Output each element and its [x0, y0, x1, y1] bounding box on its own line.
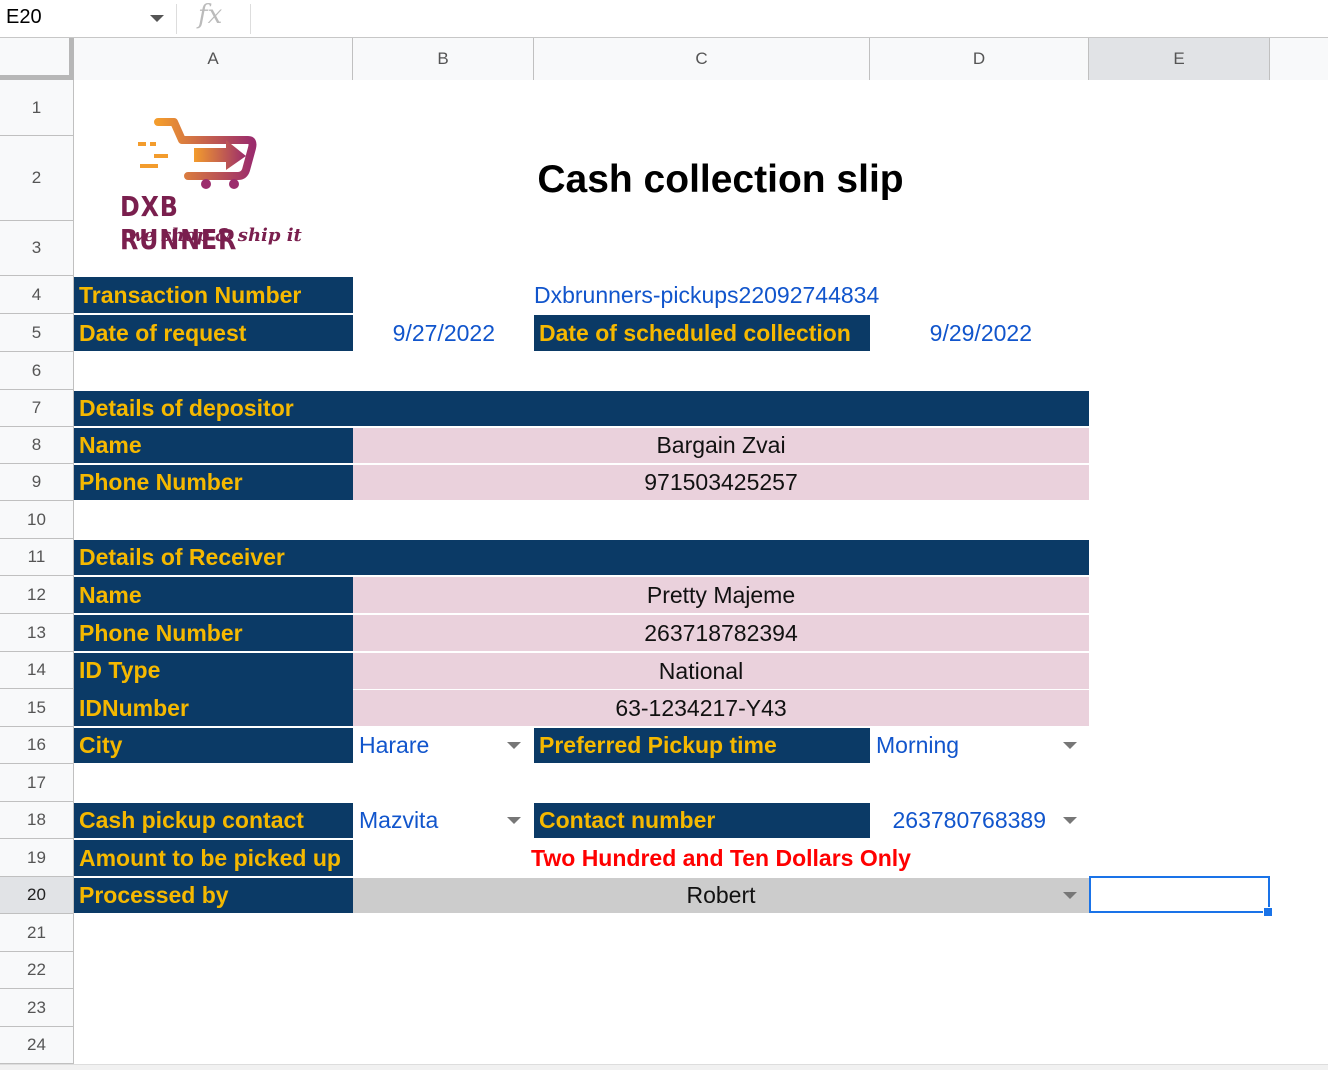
- city-dropdown-arrow-icon[interactable]: [507, 742, 521, 749]
- divider: [176, 4, 177, 34]
- pickup-time-dropdown-arrow-icon[interactable]: [1063, 742, 1077, 749]
- row-header[interactable]: 11: [0, 539, 74, 576]
- date-of-request-value[interactable]: 9/27/2022: [353, 315, 523, 351]
- column-header-f[interactable]: [1270, 38, 1328, 80]
- row-header[interactable]: 6: [0, 352, 74, 390]
- transaction-number-value[interactable]: Dxbrunners-pickups22092744834: [534, 277, 934, 313]
- receiver-id-number-label[interactable]: IDNumber: [74, 690, 353, 726]
- row-header[interactable]: 9: [0, 464, 74, 501]
- column-header-c[interactable]: C: [534, 38, 870, 80]
- column-header-e[interactable]: E: [1089, 38, 1270, 80]
- row-header[interactable]: 3: [0, 221, 74, 276]
- depositor-name-value[interactable]: Bargain Zvai: [353, 428, 1089, 463]
- depositor-phone-value[interactable]: 971503425257: [353, 465, 1089, 500]
- scheduled-collection-label[interactable]: Date of scheduled collection: [534, 315, 870, 351]
- receiver-section-heading: Details of Receiver: [74, 540, 1089, 575]
- receiver-phone-label[interactable]: Phone Number: [74, 615, 353, 651]
- row-header[interactable]: 7: [0, 390, 74, 427]
- row-header[interactable]: 20: [0, 877, 74, 914]
- name-box-dropdown-icon[interactable]: [150, 15, 164, 22]
- depositor-name-label[interactable]: Name: [74, 428, 353, 463]
- receiver-name-label[interactable]: Name: [74, 577, 353, 613]
- fill-handle[interactable]: [1263, 907, 1273, 917]
- processed-by-dropdown[interactable]: Robert: [353, 878, 1089, 913]
- processed-by-label[interactable]: Processed by: [74, 878, 353, 913]
- row-header[interactable]: 12: [0, 576, 74, 614]
- logo-tagline: we shop & ship it: [128, 225, 302, 246]
- pickup-time-dropdown[interactable]: Morning: [876, 728, 1046, 763]
- column-header-a[interactable]: A: [74, 38, 353, 80]
- column-header-b[interactable]: B: [353, 38, 534, 80]
- contact-number-dropdown[interactable]: 263780768389: [870, 803, 1056, 838]
- receiver-id-type-value[interactable]: National: [353, 653, 1089, 689]
- transaction-number-label[interactable]: Transaction Number: [74, 277, 353, 313]
- divider: [250, 4, 251, 34]
- row-header[interactable]: 14: [0, 652, 74, 689]
- selected-cell-e20[interactable]: [1089, 876, 1270, 913]
- row-header[interactable]: 17: [0, 764, 74, 802]
- amount-value[interactable]: Two Hundred and Ten Dollars Only: [353, 840, 1089, 876]
- depositor-section-heading: Details of depositor: [74, 391, 1089, 426]
- fx-icon: fx: [198, 0, 223, 30]
- row-header[interactable]: 10: [0, 501, 74, 539]
- id-type-label-text: ID Type: [79, 657, 161, 683]
- select-all-corner[interactable]: [0, 38, 74, 80]
- contact-number-dropdown-arrow-icon[interactable]: [1063, 817, 1077, 824]
- receiver-phone-value[interactable]: 263718782394: [353, 615, 1089, 651]
- row-header[interactable]: 15: [0, 689, 74, 727]
- row-header[interactable]: 8: [0, 427, 74, 464]
- date-of-request-label[interactable]: Date of request: [74, 315, 353, 351]
- row-header[interactable]: 16: [0, 727, 74, 764]
- city-dropdown[interactable]: Harare: [359, 728, 499, 763]
- contact-number-label[interactable]: Contact number: [534, 803, 870, 838]
- row-header[interactable]: 22: [0, 952, 74, 989]
- cash-pickup-contact-dropdown[interactable]: Mazvita: [359, 803, 499, 838]
- cash-contact-dropdown-arrow-icon[interactable]: [507, 817, 521, 824]
- logo-name: DXB RUNNER: [120, 190, 238, 256]
- column-header-d[interactable]: D: [870, 38, 1089, 80]
- cash-pickup-contact-label[interactable]: Cash pickup contact: [74, 803, 353, 838]
- amount-label[interactable]: Amount to be picked up: [74, 840, 353, 876]
- depositor-phone-label[interactable]: Phone Number: [74, 465, 353, 500]
- receiver-name-value[interactable]: Pretty Majeme: [353, 577, 1089, 613]
- processed-by-dropdown-arrow-icon[interactable]: [1063, 892, 1077, 899]
- row-header[interactable]: 4: [0, 276, 74, 314]
- scheduled-collection-value[interactable]: 9/29/2022: [870, 315, 1060, 351]
- preferred-pickup-time-label[interactable]: Preferred Pickup time: [534, 728, 870, 763]
- row-header[interactable]: 24: [0, 1027, 74, 1064]
- row-header[interactable]: 23: [0, 989, 74, 1027]
- row-header[interactable]: 19: [0, 839, 74, 877]
- horizontal-scrollbar[interactable]: [0, 1064, 1328, 1070]
- receiver-id-number-value[interactable]: 63-1234217-Y43: [353, 690, 1089, 726]
- page-title: Cash collection slip: [537, 158, 904, 201]
- row-header[interactable]: 2: [0, 136, 74, 221]
- row-header[interactable]: 13: [0, 614, 74, 652]
- city-label[interactable]: City: [74, 728, 353, 763]
- row-header[interactable]: 21: [0, 914, 74, 952]
- row-header[interactable]: 1: [0, 80, 74, 136]
- row-header[interactable]: 5: [0, 314, 74, 352]
- name-box[interactable]: E20: [6, 6, 42, 29]
- row-header[interactable]: 18: [0, 802, 74, 839]
